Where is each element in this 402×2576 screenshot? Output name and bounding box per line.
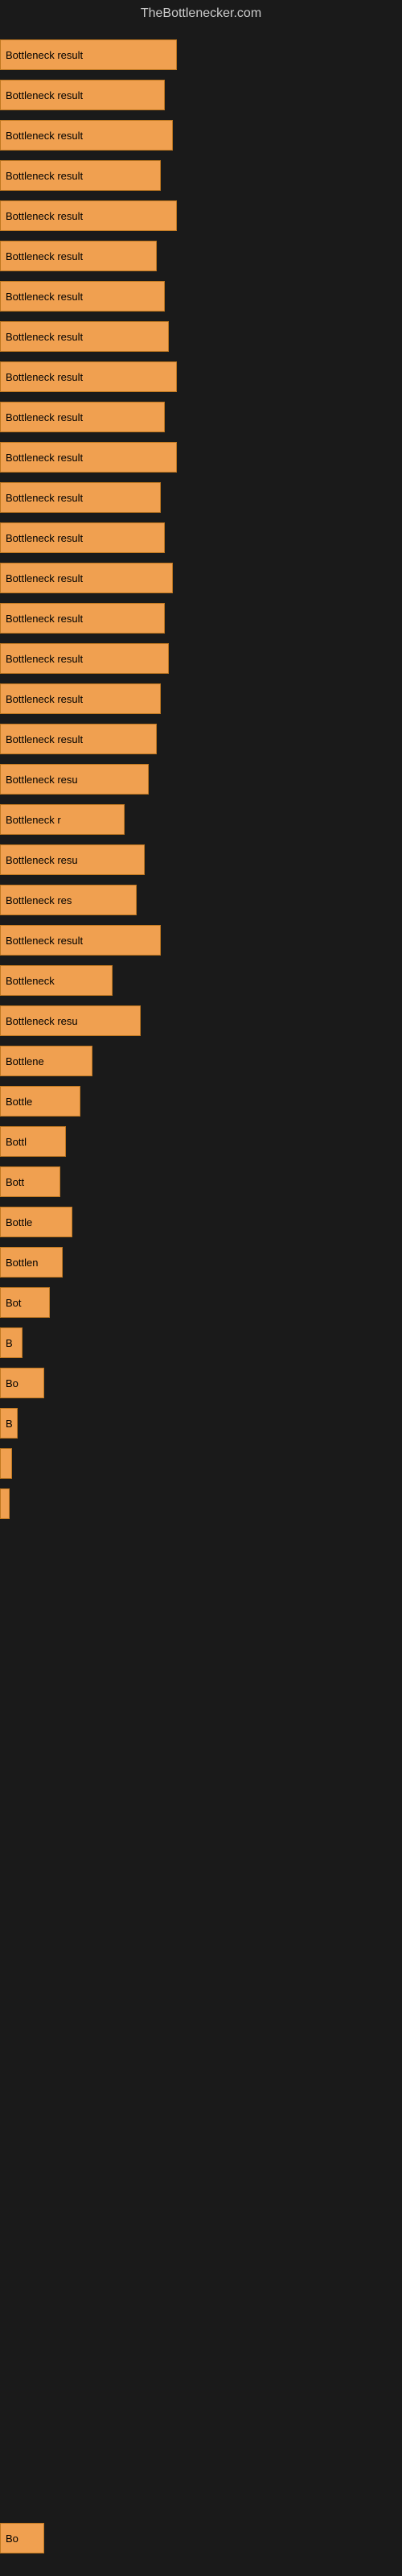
bar-item: Bottleneck r bbox=[0, 804, 125, 835]
bar-item: Bottleneck result bbox=[0, 563, 173, 593]
bar-item: Bottleneck result bbox=[0, 683, 161, 714]
bar-label: B bbox=[6, 1418, 13, 1430]
bar-label: Bottleneck result bbox=[6, 572, 83, 584]
bar-label: Bo bbox=[6, 1377, 18, 1389]
bar-label: Bottleneck result bbox=[6, 170, 83, 182]
chart-container: Bottleneck result Bottleneck result Bottle… bbox=[0, 27, 402, 2523]
bar-label: Bottleneck result bbox=[6, 49, 83, 61]
bar-item: Bottlene bbox=[0, 1046, 92, 1076]
bar-item: Bottl bbox=[0, 1126, 66, 1157]
bar-item: Bottleneck result bbox=[0, 925, 161, 956]
bar-label: Bottleneck resu bbox=[6, 1015, 78, 1027]
bar-item: Bo bbox=[0, 2523, 44, 2553]
bar-label: Bottleneck result bbox=[6, 532, 83, 544]
bar-item: Bottleneck result bbox=[0, 39, 177, 70]
bar-item: Bottle bbox=[0, 1207, 72, 1237]
bar-label: Bottleneck result bbox=[6, 452, 83, 464]
bar-label: Bottleneck bbox=[6, 975, 55, 987]
bar-label: Bott bbox=[6, 1176, 24, 1188]
bar-label: Bottleneck result bbox=[6, 653, 83, 665]
bar-item bbox=[0, 1488, 10, 1519]
bar-label: Bottleneck result bbox=[6, 331, 83, 343]
bar-item: B bbox=[0, 1408, 18, 1439]
site-title-bar: TheBottlenecker.com bbox=[0, 0, 402, 27]
bar-item: Bottleneck result bbox=[0, 603, 165, 634]
bar-label: Bottleneck result bbox=[6, 291, 83, 303]
bar-label: Bottleneck resu bbox=[6, 854, 78, 866]
bar-label: Bottleneck result bbox=[6, 733, 83, 745]
bar-item: Bottleneck result bbox=[0, 120, 173, 151]
bar-item: Bottleneck result bbox=[0, 361, 177, 392]
bar-item: Bottlen bbox=[0, 1247, 63, 1278]
bar-label: B bbox=[6, 1337, 13, 1349]
bar-label: Bottleneck result bbox=[6, 613, 83, 625]
bar-label: Bottleneck result bbox=[6, 250, 83, 262]
site-title: TheBottlenecker.com bbox=[0, 0, 402, 27]
bar-item: Bottleneck result bbox=[0, 200, 177, 231]
bar-label: Bottleneck result bbox=[6, 492, 83, 504]
bar-label: Bottleneck result bbox=[6, 693, 83, 705]
bar-item: Bottleneck result bbox=[0, 80, 165, 110]
bar-label: Bottleneck result bbox=[6, 130, 83, 142]
bar-label: Bottleneck r bbox=[6, 814, 61, 826]
bar-item: Bottleneck result bbox=[0, 281, 165, 312]
bar-label: Bottlene bbox=[6, 1055, 44, 1067]
bar-item: Bottleneck bbox=[0, 965, 113, 996]
bar-label: Bottleneck res bbox=[6, 894, 72, 906]
bar-item: Bottle bbox=[0, 1086, 80, 1117]
bar-label: Bottleneck result bbox=[6, 210, 83, 222]
bar-label: Bottleneck result bbox=[6, 89, 83, 101]
bar-item: Bot bbox=[0, 1287, 50, 1318]
bar-label: Bottleneck result bbox=[6, 371, 83, 383]
bar-label: Bottleneck resu bbox=[6, 774, 78, 786]
bar-item: Bottleneck result bbox=[0, 643, 169, 674]
bar-item: Bo bbox=[0, 1368, 44, 1398]
bar-item: Bottleneck result bbox=[0, 160, 161, 191]
bar-item: Bottleneck result bbox=[0, 321, 169, 352]
bar-label: Bottle bbox=[6, 1216, 32, 1228]
bar-label: Bottleneck result bbox=[6, 411, 83, 423]
bar-label: Bottl bbox=[6, 1136, 27, 1148]
bar-item: Bottleneck result bbox=[0, 522, 165, 553]
bar-item bbox=[0, 1448, 12, 1479]
bar-item: B bbox=[0, 1327, 23, 1358]
bar-item: Bottleneck resu bbox=[0, 1005, 141, 1036]
bar-label: Bottle bbox=[6, 1096, 32, 1108]
bar-item: Bottleneck result bbox=[0, 442, 177, 473]
bar-label: Bottleneck result bbox=[6, 935, 83, 947]
bar-item: Bott bbox=[0, 1166, 60, 1197]
bar-item: Bottleneck result bbox=[0, 241, 157, 271]
bar-label: Bot bbox=[6, 1297, 22, 1309]
bar-item: Bottleneck resu bbox=[0, 764, 149, 795]
bar-item: Bottleneck result bbox=[0, 482, 161, 513]
bar-label: Bottlen bbox=[6, 1257, 38, 1269]
bar-item: Bottleneck res bbox=[0, 885, 137, 915]
bar-item: Bottleneck result bbox=[0, 724, 157, 754]
bar-item: Bottleneck resu bbox=[0, 844, 145, 875]
bar-item: Bottleneck result bbox=[0, 402, 165, 432]
bar-label: Bo bbox=[6, 2533, 18, 2545]
